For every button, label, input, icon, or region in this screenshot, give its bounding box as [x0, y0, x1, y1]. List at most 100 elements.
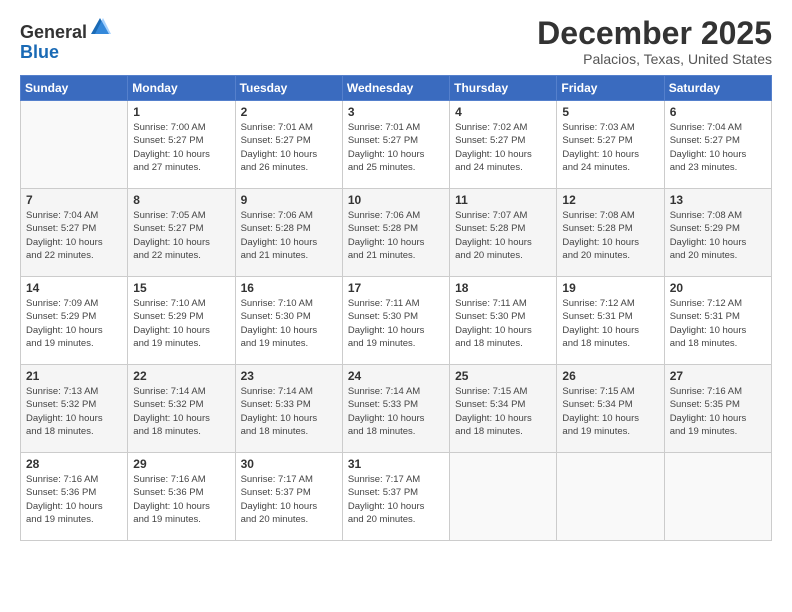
day-number: 11 [455, 193, 551, 207]
table-row: 25 Sunrise: 7:15 AM Sunset: 5:34 PM Dayli… [450, 365, 557, 453]
day-info: Sunrise: 7:07 AM Sunset: 5:28 PM Dayligh… [455, 209, 551, 262]
col-wednesday: Wednesday [342, 76, 449, 101]
day-info: Sunrise: 7:14 AM Sunset: 5:33 PM Dayligh… [348, 385, 444, 438]
table-row: 11 Sunrise: 7:07 AM Sunset: 5:28 PM Dayli… [450, 189, 557, 277]
table-row: 20 Sunrise: 7:12 AM Sunset: 5:31 PM Dayli… [664, 277, 771, 365]
title-block: December 2025 Palacios, Texas, United St… [537, 16, 772, 67]
logo-general-text: General [20, 22, 87, 42]
table-row: 31 Sunrise: 7:17 AM Sunset: 5:37 PM Dayli… [342, 453, 449, 541]
day-info: Sunrise: 7:01 AM Sunset: 5:27 PM Dayligh… [241, 121, 337, 174]
header: General Blue December 2025 Palacios, Tex… [20, 16, 772, 67]
table-row: 3 Sunrise: 7:01 AM Sunset: 5:27 PM Daylig… [342, 101, 449, 189]
day-number: 24 [348, 369, 444, 383]
day-number: 9 [241, 193, 337, 207]
day-info: Sunrise: 7:05 AM Sunset: 5:27 PM Dayligh… [133, 209, 229, 262]
table-row [664, 453, 771, 541]
day-number: 21 [26, 369, 122, 383]
day-number: 10 [348, 193, 444, 207]
day-number: 28 [26, 457, 122, 471]
page: General Blue December 2025 Palacios, Tex… [0, 0, 792, 612]
table-row: 6 Sunrise: 7:04 AM Sunset: 5:27 PM Daylig… [664, 101, 771, 189]
table-row [557, 453, 664, 541]
calendar-week-row: 28 Sunrise: 7:16 AM Sunset: 5:36 PM Dayli… [21, 453, 772, 541]
day-number: 26 [562, 369, 658, 383]
col-saturday: Saturday [664, 76, 771, 101]
day-info: Sunrise: 7:09 AM Sunset: 5:29 PM Dayligh… [26, 297, 122, 350]
day-number: 30 [241, 457, 337, 471]
day-number: 3 [348, 105, 444, 119]
day-info: Sunrise: 7:15 AM Sunset: 5:34 PM Dayligh… [562, 385, 658, 438]
table-row: 23 Sunrise: 7:14 AM Sunset: 5:33 PM Dayli… [235, 365, 342, 453]
col-sunday: Sunday [21, 76, 128, 101]
location: Palacios, Texas, United States [537, 51, 772, 67]
col-thursday: Thursday [450, 76, 557, 101]
table-row: 28 Sunrise: 7:16 AM Sunset: 5:36 PM Dayli… [21, 453, 128, 541]
table-row: 12Sunrise: 7:08 AM Sunset: 5:28 PM Dayli… [557, 189, 664, 277]
table-row: 5Sunrise: 7:03 AM Sunset: 5:27 PM Daylig… [557, 101, 664, 189]
day-number: 6 [670, 105, 766, 119]
table-row: 19 Sunrise: 7:12 AM Sunset: 5:31 PM Dayli… [557, 277, 664, 365]
day-number: 14 [26, 281, 122, 295]
day-number: 18 [455, 281, 551, 295]
table-row: 7Sunrise: 7:04 AM Sunset: 5:27 PM Daylig… [21, 189, 128, 277]
day-number: 22 [133, 369, 229, 383]
day-number: 19 [562, 281, 658, 295]
col-monday: Monday [128, 76, 235, 101]
day-info: Sunrise: 7:17 AM Sunset: 5:37 PM Dayligh… [348, 473, 444, 526]
table-row: 18Sunrise: 7:11 AM Sunset: 5:30 PM Dayli… [450, 277, 557, 365]
day-number: 15 [133, 281, 229, 295]
table-row: 10 Sunrise: 7:06 AM Sunset: 5:28 PM Dayli… [342, 189, 449, 277]
table-row: 26 Sunrise: 7:15 AM Sunset: 5:34 PM Dayli… [557, 365, 664, 453]
day-info: Sunrise: 7:14 AM Sunset: 5:33 PM Dayligh… [241, 385, 337, 438]
table-row: 29 Sunrise: 7:16 AM Sunset: 5:36 PM Dayli… [128, 453, 235, 541]
logo: General Blue [20, 16, 111, 63]
day-info: Sunrise: 7:14 AM Sunset: 5:32 PM Dayligh… [133, 385, 229, 438]
day-info: Sunrise: 7:10 AM Sunset: 5:30 PM Dayligh… [241, 297, 337, 350]
day-number: 27 [670, 369, 766, 383]
table-row: 22 Sunrise: 7:14 AM Sunset: 5:32 PM Dayli… [128, 365, 235, 453]
day-info: Sunrise: 7:11 AM Sunset: 5:30 PM Dayligh… [348, 297, 444, 350]
day-number: 29 [133, 457, 229, 471]
table-row: 1Sunrise: 7:00 AM Sunset: 5:27 PM Daylig… [128, 101, 235, 189]
day-number: 20 [670, 281, 766, 295]
calendar-table: Sunday Monday Tuesday Wednesday Thursday… [20, 75, 772, 541]
day-info: Sunrise: 7:17 AM Sunset: 5:37 PM Dayligh… [241, 473, 337, 526]
day-info: Sunrise: 7:04 AM Sunset: 5:27 PM Dayligh… [670, 121, 766, 174]
day-info: Sunrise: 7:06 AM Sunset: 5:28 PM Dayligh… [348, 209, 444, 262]
day-info: Sunrise: 7:08 AM Sunset: 5:28 PM Dayligh… [562, 209, 658, 262]
table-row: 8Sunrise: 7:05 AM Sunset: 5:27 PM Daylig… [128, 189, 235, 277]
table-row: 21 Sunrise: 7:13 AM Sunset: 5:32 PM Dayli… [21, 365, 128, 453]
calendar-week-row: 1Sunrise: 7:00 AM Sunset: 5:27 PM Daylig… [21, 101, 772, 189]
calendar-header-row: Sunday Monday Tuesday Wednesday Thursday… [21, 76, 772, 101]
table-row: 2 Sunrise: 7:01 AM Sunset: 5:27 PM Daylig… [235, 101, 342, 189]
table-row: 17 Sunrise: 7:11 AM Sunset: 5:30 PM Dayli… [342, 277, 449, 365]
day-number: 25 [455, 369, 551, 383]
table-row: 27Sunrise: 7:16 AM Sunset: 5:35 PM Dayli… [664, 365, 771, 453]
day-number: 13 [670, 193, 766, 207]
day-number: 17 [348, 281, 444, 295]
day-info: Sunrise: 7:01 AM Sunset: 5:27 PM Dayligh… [348, 121, 444, 174]
day-info: Sunrise: 7:16 AM Sunset: 5:36 PM Dayligh… [26, 473, 122, 526]
day-number: 23 [241, 369, 337, 383]
day-info: Sunrise: 7:16 AM Sunset: 5:36 PM Dayligh… [133, 473, 229, 526]
table-row: 15 Sunrise: 7:10 AM Sunset: 5:29 PM Dayli… [128, 277, 235, 365]
logo-blue-text: Blue [20, 42, 59, 62]
logo-icon [89, 16, 111, 38]
table-row [450, 453, 557, 541]
day-number: 16 [241, 281, 337, 295]
table-row: 30 Sunrise: 7:17 AM Sunset: 5:37 PM Dayli… [235, 453, 342, 541]
day-info: Sunrise: 7:13 AM Sunset: 5:32 PM Dayligh… [26, 385, 122, 438]
calendar-week-row: 21 Sunrise: 7:13 AM Sunset: 5:32 PM Dayli… [21, 365, 772, 453]
table-row [21, 101, 128, 189]
day-info: Sunrise: 7:12 AM Sunset: 5:31 PM Dayligh… [562, 297, 658, 350]
day-number: 2 [241, 105, 337, 119]
day-info: Sunrise: 7:15 AM Sunset: 5:34 PM Dayligh… [455, 385, 551, 438]
table-row: 14 Sunrise: 7:09 AM Sunset: 5:29 PM Dayli… [21, 277, 128, 365]
day-info: Sunrise: 7:02 AM Sunset: 5:27 PM Dayligh… [455, 121, 551, 174]
day-info: Sunrise: 7:12 AM Sunset: 5:31 PM Dayligh… [670, 297, 766, 350]
day-number: 31 [348, 457, 444, 471]
col-friday: Friday [557, 76, 664, 101]
table-row: 24 Sunrise: 7:14 AM Sunset: 5:33 PM Dayli… [342, 365, 449, 453]
table-row: 13Sunrise: 7:08 AM Sunset: 5:29 PM Dayli… [664, 189, 771, 277]
day-info: Sunrise: 7:10 AM Sunset: 5:29 PM Dayligh… [133, 297, 229, 350]
